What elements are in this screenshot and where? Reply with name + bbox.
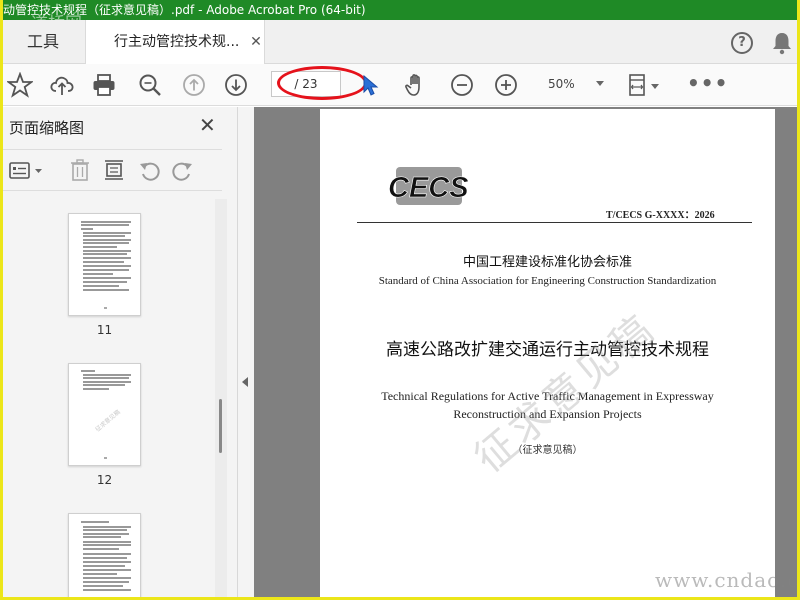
association-name-en: Standard of China Association for Engine…: [378, 275, 717, 287]
more-options-button[interactable]: •••: [687, 72, 728, 94]
zoom-in-icon[interactable]: [493, 72, 519, 98]
thumbnail-list: 11 征求意见稿 12: [3, 199, 222, 597]
insert-page-icon[interactable]: [103, 158, 125, 182]
panel-toolbar: [3, 149, 222, 191]
tab-close-button[interactable]: ✕: [246, 20, 266, 64]
trash-icon[interactable]: [69, 158, 91, 182]
print-icon[interactable]: [91, 72, 117, 98]
chevron-left-icon[interactable]: [242, 377, 248, 387]
next-page-icon[interactable]: [223, 72, 249, 98]
thumbnails-panel: 页面缩略图 ✕ 11 征求意见稿 12: [3, 107, 238, 597]
standard-code: T/CECS G-XXXX：2026: [606, 210, 715, 221]
tab-document[interactable]: 行主动管控技术规... ✕: [85, 20, 265, 64]
zoom-search-icon[interactable]: [137, 72, 163, 98]
cloud-upload-icon[interactable]: [49, 72, 75, 98]
svg-text:征求意见稿: 征求意见稿: [94, 408, 122, 433]
site-watermark: www.cndao.co: [655, 568, 797, 592]
divider: [357, 222, 752, 223]
association-name-cn: 中国工程建设标准化协会标准: [462, 255, 632, 270]
tab-tools[interactable]: 工具: [3, 20, 83, 64]
draft-label: （征求意见稿）: [512, 445, 583, 456]
star-icon[interactable]: [7, 72, 33, 98]
thumbnail-label: 12: [96, 473, 113, 487]
annotation-oval: [277, 66, 367, 100]
page-thumbnail[interactable]: [68, 513, 141, 597]
rotate-left-icon[interactable]: [137, 158, 161, 182]
acrobat-window: 动管控技术规程（征求意见稿）.pdf - Adobe Acrobat Pro (…: [3, 0, 797, 597]
toolbar: / 23 50% •••: [3, 64, 797, 106]
pdf-page: CECS T/CECS G-XXXX：2026 中国工程建设标准化协会标准 St…: [320, 109, 775, 597]
tab-document-label: 行主动管控技术规...: [114, 34, 240, 50]
page-thumbnail[interactable]: 征求意见稿: [68, 363, 141, 466]
bell-icon[interactable]: [771, 31, 793, 55]
scrollbar-thumb[interactable]: [219, 399, 222, 453]
cursor-icon[interactable]: [361, 74, 387, 100]
fit-page-icon[interactable]: [627, 72, 659, 98]
title-bar: 动管控技术规程（征求意见稿）.pdf - Adobe Acrobat Pro (…: [3, 0, 797, 20]
panel-close-button[interactable]: ✕: [199, 115, 216, 135]
zoom-select[interactable]: 50%: [536, 72, 608, 96]
previous-page-icon[interactable]: [181, 72, 207, 98]
chevron-down-icon: [596, 81, 604, 86]
document-title-cn: 高速公路改扩建交通运行主动管控技术规程: [386, 340, 709, 360]
cecs-logo: CECS: [388, 166, 476, 206]
document-view[interactable]: CECS T/CECS G-XXXX：2026 中国工程建设标准化协会标准 St…: [254, 107, 797, 597]
page-thumbnail[interactable]: [68, 213, 141, 316]
zoom-value: 50%: [548, 77, 575, 91]
thumbnail-scrollbar[interactable]: [215, 199, 227, 597]
tab-bar: 工具 行主动管控技术规... ✕ ?: [3, 20, 797, 64]
options-menu-icon[interactable]: [9, 160, 45, 182]
zoom-out-icon[interactable]: [449, 72, 475, 98]
help-icon[interactable]: ?: [731, 32, 753, 54]
cecs-logo-text: CECS: [388, 172, 469, 204]
panel-title: 页面缩略图: [9, 119, 85, 137]
thumbnail-label: 11: [96, 323, 113, 337]
rotate-right-icon[interactable]: [171, 158, 195, 182]
hand-icon[interactable]: [403, 72, 429, 98]
panel-collapse-strip[interactable]: [238, 107, 254, 597]
